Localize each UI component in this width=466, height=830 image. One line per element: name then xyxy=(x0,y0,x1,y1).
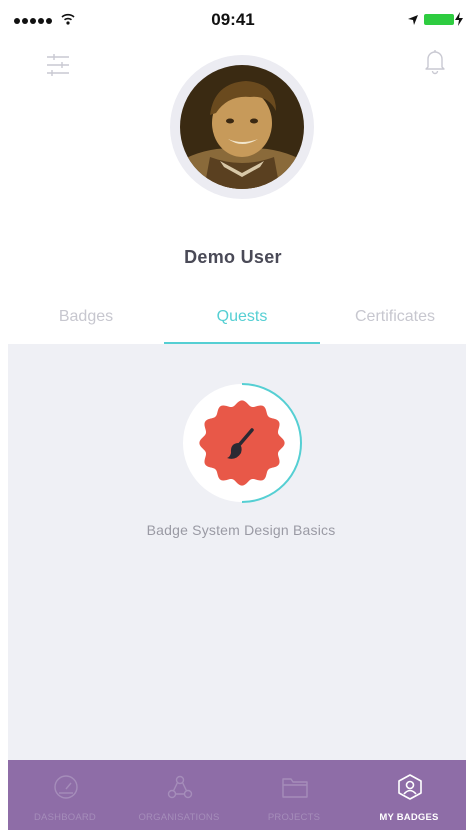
nav-item-projects[interactable]: PROJECTS xyxy=(237,760,351,830)
quest-card[interactable] xyxy=(172,373,312,513)
charging-bolt-icon xyxy=(455,12,463,26)
folder-icon xyxy=(282,778,308,798)
filter-settings-icon[interactable] xyxy=(46,54,70,76)
nav-label-my-badges: MY BADGES xyxy=(379,812,439,823)
status-bar: 09:41 xyxy=(0,0,466,40)
avatar[interactable] xyxy=(180,65,304,189)
gauge-icon xyxy=(54,775,78,799)
network-icon xyxy=(167,775,193,799)
quest-title: Badge System Design Basics xyxy=(146,522,336,538)
nav-label-dashboard: DASHBOARD xyxy=(34,812,96,823)
nav-label-organisations: ORGANISATIONS xyxy=(138,812,220,823)
battery-icon xyxy=(424,14,454,25)
bottom-navigation: DASHBOARD ORGANISATIONS PROJECTS MY BADG… xyxy=(8,760,466,830)
nav-item-my-badges[interactable]: MY BADGES xyxy=(352,760,466,830)
user-name: Demo User xyxy=(184,247,282,267)
nav-item-dashboard[interactable]: DASHBOARD xyxy=(8,760,122,830)
tab-badges[interactable]: Badges xyxy=(20,308,152,326)
location-arrow-icon xyxy=(408,15,418,25)
nav-item-organisations[interactable]: ORGANISATIONS xyxy=(122,760,236,830)
badge-icon xyxy=(398,774,422,800)
status-time: 09:41 xyxy=(211,10,255,29)
tab-certificates[interactable]: Certificates xyxy=(330,308,460,326)
tab-quests[interactable]: Quests xyxy=(164,308,320,326)
nav-label-projects: PROJECTS xyxy=(267,812,321,823)
notification-bell-icon[interactable] xyxy=(424,49,446,75)
